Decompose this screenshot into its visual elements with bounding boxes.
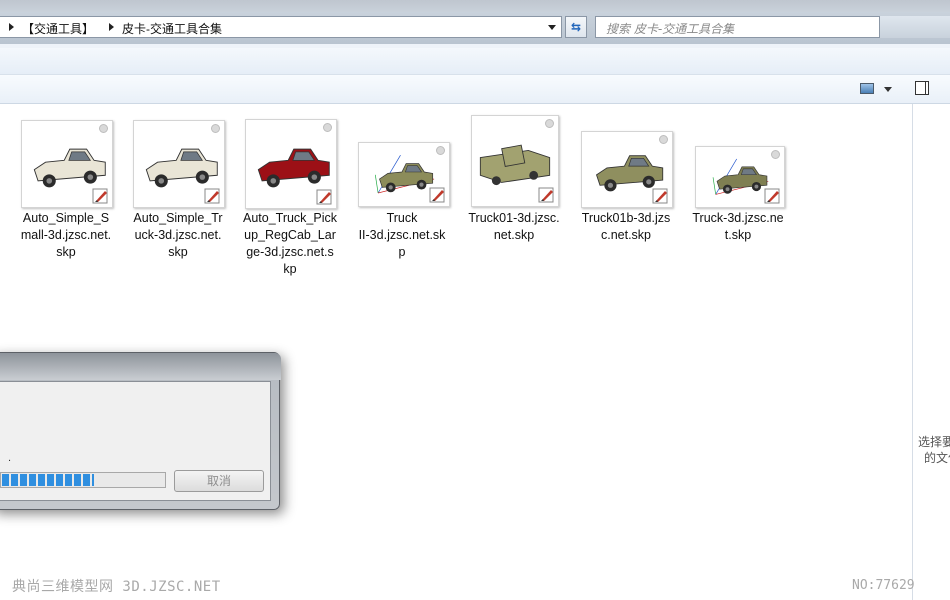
sketchup-file-badge-icon — [764, 188, 780, 204]
thumbnail-overlay-icon — [436, 146, 445, 155]
file-name-label[interactable]: Truck01b-3d.jzs c.net.skp — [576, 210, 676, 244]
file-thumbnail[interactable] — [133, 120, 225, 208]
sketchup-file-badge-icon — [316, 189, 332, 205]
view-toolbar — [0, 75, 950, 104]
file-name-line: up_RegCab_Lar — [244, 228, 336, 242]
thumbnail-overlay-icon — [771, 150, 780, 159]
refresh-icon: ⇆ — [570, 20, 582, 34]
thumbnail-overlay-icon — [545, 119, 554, 128]
file-thumbnail[interactable] — [245, 119, 337, 209]
dialog-body: . 取消 — [0, 381, 271, 501]
watermark-id: NO:77629 — [852, 578, 915, 593]
cancel-button[interactable]: 取消 — [174, 470, 264, 492]
file-name-line: II-3d.jzsc.net.sk — [358, 228, 446, 242]
sketchup-file-badge-icon — [429, 187, 445, 203]
search-input[interactable]: 搜索 皮卡-交通工具合集 — [595, 16, 880, 38]
details-pane: 选择要 的文件 — [912, 104, 950, 600]
breadcrumb-arrow-icon[interactable] — [109, 23, 114, 31]
file-thumbnail[interactable] — [581, 131, 673, 208]
file-name-line: uck-3d.jzsc.net. — [134, 228, 222, 242]
file-name-line: p — [398, 245, 406, 259]
thumbnail-overlay-icon — [659, 135, 668, 144]
file-name-line: ge-3d.jzsc.net.s — [246, 245, 334, 259]
thumbnail-overlay-icon — [211, 124, 220, 133]
progress-bar — [0, 472, 166, 488]
details-pane-hint: 选择要 的文件 — [918, 434, 950, 466]
breadcrumb-current[interactable]: 皮卡-交通工具合集 — [122, 20, 222, 37]
file-name-label[interactable]: Truck01-3d.jzsc. net.skp — [464, 210, 564, 244]
details-pane-hint-line: 选择要 — [918, 435, 950, 449]
search-button[interactable] — [880, 16, 950, 38]
file-name-label[interactable]: Truck II-3d.jzsc.net.sk p — [352, 210, 452, 261]
file-name-line: c.net.skp — [600, 228, 652, 242]
file-name-line: Auto_Truck_Pick — [242, 211, 338, 225]
sketchup-file-badge-icon — [652, 188, 668, 204]
file-name-label[interactable]: Truck-3d.jzsc.ne t.skp — [688, 210, 788, 244]
file-name-line: Truck01-3d.jzsc. — [468, 211, 560, 225]
address-bar[interactable]: 【交通工具】 皮卡-交通工具合集 — [0, 16, 562, 38]
address-history-chevron-icon[interactable] — [548, 25, 556, 30]
file-name-label[interactable]: Auto_Simple_Tr uck-3d.jzsc.net. skp — [128, 210, 228, 261]
address-bar-row: 【交通工具】 皮卡-交通工具合集 ⇆ 搜索 皮卡-交通工具合集 — [0, 12, 950, 44]
file-name-line: t.skp — [724, 228, 752, 242]
file-name-line: Auto_Simple_Tr — [133, 211, 223, 225]
progress-dialog[interactable]: . 取消 — [0, 352, 281, 510]
file-name-line: mall-3d.jzsc.net. — [20, 228, 112, 242]
file-name-label[interactable]: Auto_Truck_Pick up_RegCab_Lar ge-3d.jzsc.n… — [240, 210, 340, 278]
sketchup-file-badge-icon — [204, 188, 220, 204]
view-options-chevron-icon[interactable] — [884, 87, 892, 92]
command-bar — [0, 48, 950, 75]
file-name-line: Truck-3d.jzsc.ne — [692, 211, 784, 225]
watermark-text: 典尚三维模型网 3D.JZSC.NET — [12, 579, 221, 595]
breadcrumb-parent[interactable]: 【交通工具】 — [22, 20, 94, 37]
file-name-line: Truck01b-3d.jzs — [581, 211, 671, 225]
file-name-label[interactable]: Auto_Simple_S mall-3d.jzsc.net. skp — [16, 210, 116, 261]
file-name-line: skp — [56, 245, 76, 259]
dialog-status-text: . — [8, 452, 12, 464]
window-top-edge — [0, 0, 950, 12]
file-thumbnail[interactable] — [21, 120, 113, 208]
sketchup-file-badge-icon — [92, 188, 108, 204]
file-name-line: net.skp — [493, 228, 535, 242]
file-name-line: Truck — [386, 211, 418, 225]
file-thumbnail[interactable] — [358, 142, 450, 207]
file-name-line: skp — [168, 245, 188, 259]
dialog-title-bar[interactable] — [0, 353, 281, 380]
thumbnail-overlay-icon — [99, 124, 108, 133]
change-view-icon[interactable] — [860, 83, 874, 94]
preview-pane-icon[interactable] — [915, 81, 929, 95]
refresh-button[interactable]: ⇆ — [565, 16, 587, 38]
breadcrumb-arrow-icon[interactable] — [9, 23, 14, 31]
file-thumbnail[interactable] — [695, 146, 785, 208]
thumbnail-overlay-icon — [323, 123, 332, 132]
file-name-line: kp — [283, 262, 297, 276]
file-name-line: Auto_Simple_S — [22, 211, 110, 225]
file-thumbnail[interactable] — [471, 115, 559, 207]
sketchup-file-badge-icon — [538, 187, 554, 203]
progress-bar-fill — [2, 474, 94, 486]
details-pane-hint-line: 的文件 — [924, 451, 950, 465]
